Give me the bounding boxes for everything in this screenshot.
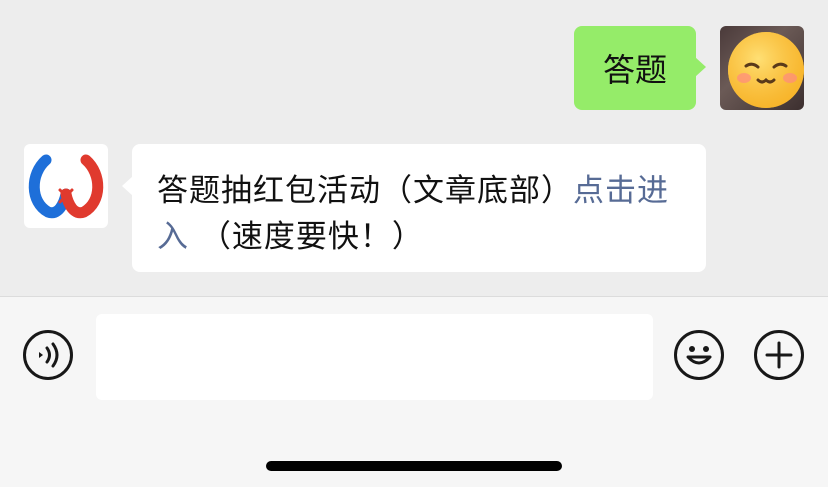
smiley-face-avatar-icon bbox=[728, 32, 804, 108]
input-bar bbox=[0, 296, 828, 487]
plus-icon bbox=[765, 341, 793, 369]
more-button[interactable] bbox=[754, 330, 804, 380]
outgoing-message-text: 答题 bbox=[602, 51, 667, 89]
bot-avatar[interactable] bbox=[24, 144, 108, 228]
chat-area: 答题 答题抽红包活动（文章底部）点击进入 （速度要快！） bbox=[0, 0, 828, 296]
message-text: 答题抽红包活动（文章底部） bbox=[157, 173, 573, 209]
message-text-suffix: （速度要快！） bbox=[199, 219, 424, 255]
user-avatar[interactable] bbox=[720, 26, 804, 110]
incoming-message-bubble: 答题抽红包活动（文章底部）点击进入 （速度要快！） bbox=[122, 144, 706, 272]
message-input[interactable] bbox=[96, 314, 653, 400]
emoji-button[interactable] bbox=[674, 330, 724, 380]
w-logo-avatar-icon bbox=[28, 154, 104, 219]
emoji-icon bbox=[686, 346, 712, 365]
voice-button[interactable] bbox=[23, 330, 73, 380]
home-indicator[interactable] bbox=[266, 461, 562, 471]
voice-icon bbox=[39, 342, 59, 368]
outgoing-message-bubble[interactable]: 答题 bbox=[574, 26, 706, 110]
